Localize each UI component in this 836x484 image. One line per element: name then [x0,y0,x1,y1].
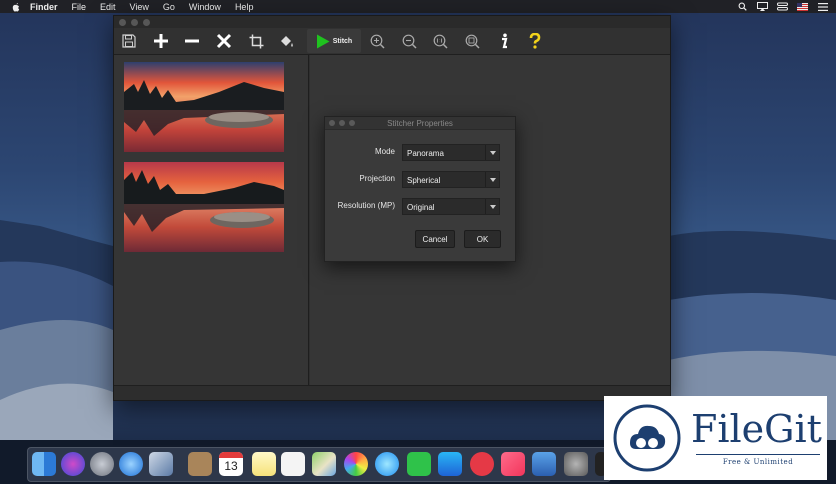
image-list-pane [114,55,309,385]
projection-select[interactable]: Spherical [402,171,500,188]
chevron-down-icon [485,145,499,160]
add-button[interactable] [151,29,171,53]
notes-icon[interactable] [252,452,276,476]
zoom-in-button[interactable] [367,29,387,53]
menu-bar: Finder File Edit View Go Window Help [0,0,836,13]
projection-row: Projection Spherical [325,171,515,189]
resolution-row: Resolution (MP) Original [325,198,515,216]
stitcher-properties-dialog: Stitcher Properties Mode Panorama Projec… [324,116,516,262]
menubar-status-area [737,0,828,13]
apple-icon[interactable] [10,1,22,13]
toolbar: Stitch [114,28,670,55]
crop-icon [249,34,263,48]
filegit-name: FileGit [691,407,822,451]
sunset-lake-photo-2 [124,162,284,252]
control-center-icon[interactable] [777,2,788,11]
reminders-icon[interactable] [281,452,305,476]
source-image-thumbnail-1[interactable] [124,62,284,152]
menu-help[interactable]: Help [235,2,254,12]
menu-list-icon[interactable] [817,2,828,11]
chevron-down-icon [485,172,499,187]
dialog-title: Stitcher Properties [387,118,453,128]
save-button[interactable] [120,29,138,53]
photos-icon[interactable] [344,452,368,476]
filegit-logo-icon [613,404,681,472]
window-titlebar [114,16,670,28]
remove-button[interactable] [182,29,202,53]
status-bar [114,385,670,400]
spotlight-search-icon[interactable] [737,2,748,11]
system-preferences-icon[interactable] [564,452,588,476]
window-minimize-button[interactable] [131,18,138,26]
remove-icon [185,39,199,43]
zoom-fit-button[interactable] [462,29,482,53]
help-button[interactable] [525,29,545,53]
resolution-select[interactable]: Original [402,198,500,215]
dock: 13 [27,447,611,482]
filegit-watermark: FileGit Free & Unlimited [604,396,827,480]
calendar-icon[interactable]: 13 [219,452,243,476]
siri-icon[interactable] [61,452,85,476]
stitch-label: Stitch [332,37,353,45]
add-icon [154,34,168,48]
facetime-icon[interactable] [407,452,431,476]
zoom-in-icon [370,34,385,49]
menu-go[interactable]: Go [163,2,175,12]
help-icon [529,33,541,49]
music-icon[interactable] [501,452,525,476]
projection-label: Projection [359,174,395,183]
window-zoom-button[interactable] [143,18,150,26]
resolution-label: Resolution (MP) [337,201,395,210]
source-image-thumbnail-2[interactable] [124,162,284,252]
filegit-divider [696,454,820,455]
safari-icon[interactable] [119,452,143,476]
launchpad-icon[interactable] [90,452,114,476]
mode-select[interactable]: Panorama [402,144,500,161]
menu-window[interactable]: Window [189,2,221,12]
ok-button[interactable]: OK [464,230,501,248]
menu-view[interactable]: View [130,2,149,12]
zoom-out-button[interactable] [399,29,419,53]
news-icon[interactable] [470,452,494,476]
calendar-day: 13 [224,459,238,473]
messages-icon[interactable] [375,452,399,476]
us-flag-icon[interactable] [797,2,808,11]
menu-edit[interactable]: Edit [100,2,116,12]
info-button[interactable] [494,29,514,53]
finder-icon[interactable] [32,452,56,476]
menu-finder[interactable]: Finder [30,2,58,12]
save-icon [122,34,136,48]
resolution-select-value: Original [407,203,435,212]
maps-icon[interactable] [312,452,336,476]
cancel-button[interactable]: Cancel [415,230,455,248]
info-icon [502,33,508,49]
zoom-actual-size-button[interactable] [430,29,450,53]
zoom-out-icon [402,34,417,49]
zoom-fit-icon [465,34,480,49]
window-close-button[interactable] [119,18,126,26]
filegit-tagline: Free & Unlimited [722,458,794,466]
mode-row: Mode Panorama [325,144,515,162]
fill-icon [281,35,293,47]
mode-select-value: Panorama [407,149,444,158]
dialog-titlebar: Stitcher Properties [325,117,515,130]
zoom-actual-icon [433,34,448,49]
mail-stamp-icon[interactable] [149,452,173,476]
sunset-lake-photo-1 [124,62,284,152]
airplay-icon[interactable] [757,2,768,11]
stitch-button[interactable]: Stitch [307,29,361,53]
projection-select-value: Spherical [407,176,441,185]
chevron-down-icon [485,199,499,214]
delete-button[interactable] [214,29,234,53]
fill-button[interactable] [276,29,298,53]
app-store-icon[interactable] [438,452,462,476]
menu-file[interactable]: File [72,2,87,12]
mode-label: Mode [374,147,395,156]
stitcher-app-icon[interactable] [532,452,556,476]
delete-icon [216,33,232,49]
crop-button[interactable] [246,29,266,53]
stitch-play-icon [316,34,330,48]
contacts-icon[interactable] [188,452,212,476]
